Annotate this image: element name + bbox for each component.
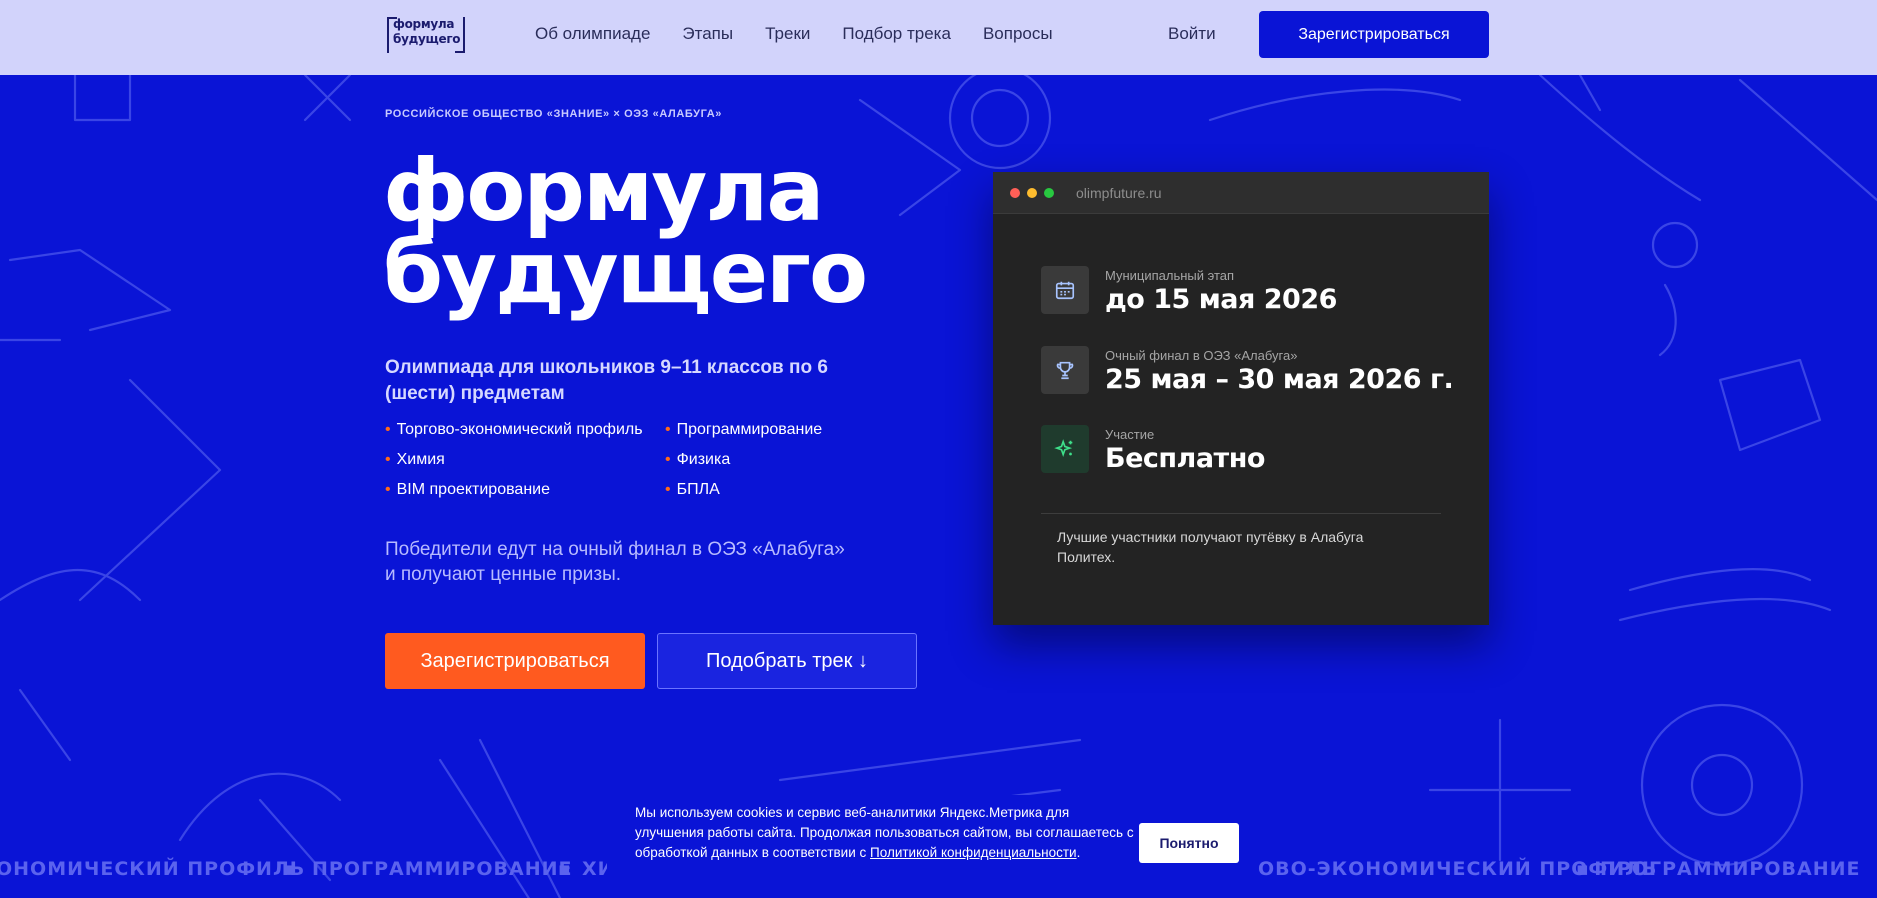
- logo-line-1: формула: [393, 17, 455, 31]
- ticker-item: ОНОМИЧЕСКИЙ ПРОФИЛЬ: [0, 858, 306, 880]
- site-header: формула будущего Об олимпиаде Этапы Трек…: [0, 0, 1877, 75]
- sparkle-icon: [1041, 425, 1089, 473]
- header-register-button[interactable]: Зарегистрироваться: [1259, 11, 1489, 58]
- hero-register-button[interactable]: Зарегистрироваться: [385, 633, 645, 689]
- hero-title: формула будущего: [383, 141, 868, 323]
- bullet-icon: •: [665, 451, 671, 468]
- ticker-item: ОВО-ЭКОНОМИЧЕСКИЙ ПРОФИЛЬ: [1258, 858, 1658, 880]
- site-logo[interactable]: формула будущего: [387, 17, 465, 53]
- card-url: olimpfuture.ru: [1076, 185, 1162, 201]
- row-label: Муниципальный этап: [1105, 268, 1235, 283]
- hero-title-line-1: формула: [383, 141, 824, 241]
- window-controls: [1010, 188, 1054, 198]
- close-dot-icon: [1010, 188, 1020, 198]
- bullet-icon: •: [665, 421, 671, 438]
- subject-item: • BIM проектирование: [385, 481, 550, 498]
- nav-faq[interactable]: Вопросы: [983, 24, 1053, 44]
- card-titlebar: olimpfuture.ru: [993, 172, 1489, 214]
- subject-item: • БПЛА: [665, 481, 720, 498]
- ticker-item: ПРОГРАММИРОВАНИЕ: [1600, 858, 1861, 880]
- background-decoration: [0, 38, 1877, 898]
- ticker-item: ПРОГРАММИРОВАНИЕ: [312, 858, 573, 880]
- hero-subtitle: Олимпиада для школьников 9–11 классов по…: [385, 357, 828, 404]
- main-nav: Об олимпиаде Этапы Треки Подбор трека Во…: [535, 24, 1053, 44]
- row-value: до 15 мая 2026: [1105, 284, 1337, 315]
- nav-track-picker[interactable]: Подбор трека: [842, 24, 951, 44]
- stage-row-municipal: Муниципальный этап до 15 мая 2026: [1041, 266, 1337, 317]
- logo-line-2: будущего: [393, 32, 461, 46]
- nav-stages[interactable]: Этапы: [682, 24, 733, 44]
- row-value: Бесплатно: [1105, 443, 1265, 474]
- bullet-icon: •: [385, 421, 391, 438]
- cookie-banner: Мы используем cookies и сервис веб-анали…: [607, 795, 1250, 898]
- trophy-icon: [1041, 346, 1089, 394]
- card-divider: [1041, 513, 1441, 514]
- winners-text: Победители едут на очный финал в ОЭЗ «Ал…: [385, 539, 845, 585]
- stage-row-participation: Участие Бесплатно: [1041, 425, 1265, 476]
- hero-title-line-2: будущего: [383, 223, 868, 323]
- subject-item: • Торгово-экономический профиль: [385, 421, 643, 438]
- calendar-icon: [1041, 266, 1089, 314]
- maximize-dot-icon: [1044, 188, 1054, 198]
- minimize-dot-icon: [1027, 188, 1037, 198]
- ticker-separator: ▪: [1576, 858, 1590, 880]
- pick-track-button[interactable]: Подобрать трек ↓: [657, 633, 917, 689]
- hero-eyebrow: РОССИЙСКОЕ ОБЩЕСТВО «ЗНАНИЕ» × ОЭЗ «АЛАБ…: [385, 108, 722, 120]
- cookie-text: Мы используем cookies и сервис веб-анали…: [635, 805, 1134, 860]
- row-label: Участие: [1105, 427, 1155, 442]
- stage-row-final: Очный финал в ОЭЗ «Алабуга» 25 мая – 30 …: [1041, 346, 1454, 397]
- bullet-icon: •: [385, 481, 391, 498]
- nav-tracks[interactable]: Треки: [765, 24, 810, 44]
- subject-item: • Физика: [665, 451, 731, 468]
- bullet-icon: •: [385, 451, 391, 468]
- row-label: Очный финал в ОЭЗ «Алабуга»: [1105, 348, 1298, 363]
- subject-item: • Программирование: [665, 421, 823, 438]
- bullet-icon: •: [665, 481, 671, 498]
- nav-about[interactable]: Об олимпиаде: [535, 24, 650, 44]
- subject-item: • Химия: [385, 451, 445, 468]
- ticker-separator: ▪: [558, 858, 572, 880]
- card-note: Лучшие участники получают путёвку в Алаб…: [1057, 529, 1364, 565]
- info-card: olimpfuture.ru Муниципальный этап до 15 …: [993, 172, 1489, 625]
- subjects-list: • Торгово-экономический профиль • Программ…: [385, 418, 905, 502]
- login-link[interactable]: Войти: [1168, 24, 1216, 44]
- cookie-accept-button[interactable]: Понятно: [1139, 823, 1239, 863]
- ticker-separator: ▪: [284, 858, 298, 880]
- privacy-policy-link[interactable]: Политикой конфиденциальности: [870, 845, 1077, 860]
- row-value: 25 мая – 30 мая 2026 г.: [1105, 364, 1454, 395]
